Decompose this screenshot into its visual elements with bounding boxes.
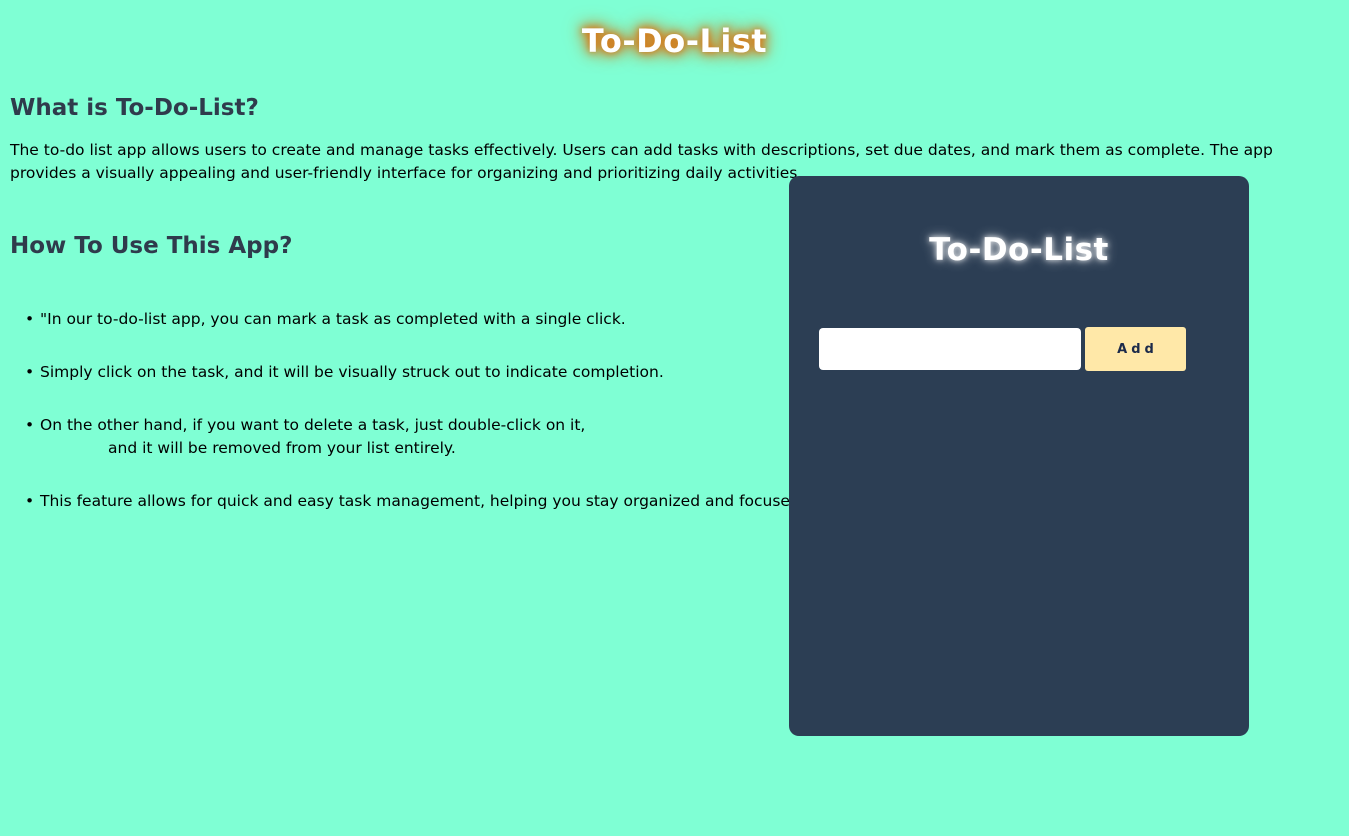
task-input[interactable] [819, 328, 1081, 370]
instructions-list: "In our to-do-list app, you can mark a t… [0, 308, 812, 543]
instruction-item: Simply click on the task, and it will be… [0, 361, 812, 384]
instruction-text: "In our to-do-list app, you can mark a t… [40, 310, 626, 328]
instruction-text: On the other hand, if you want to delete… [40, 416, 586, 434]
app-title: To-Do-List [929, 232, 1109, 268]
instruction-item: This feature allows for quick and easy t… [0, 490, 812, 513]
howto-heading: How To Use This App? [10, 233, 293, 259]
page-title: To-Do-List [581, 22, 768, 60]
instruction-text: Simply click on the task, and it will be… [40, 363, 664, 381]
instruction-continuation: and it will be removed from your list en… [108, 439, 456, 457]
instruction-text: This feature allows for quick and easy t… [40, 492, 812, 510]
add-task-button[interactable]: Add [1085, 327, 1186, 371]
instruction-item: "In our to-do-list app, you can mark a t… [0, 308, 812, 331]
about-heading: What is To-Do-List? [10, 95, 259, 121]
todo-app-panel: To-Do-List Add [789, 176, 1249, 736]
instruction-item: On the other hand, if you want to delete… [0, 414, 812, 460]
